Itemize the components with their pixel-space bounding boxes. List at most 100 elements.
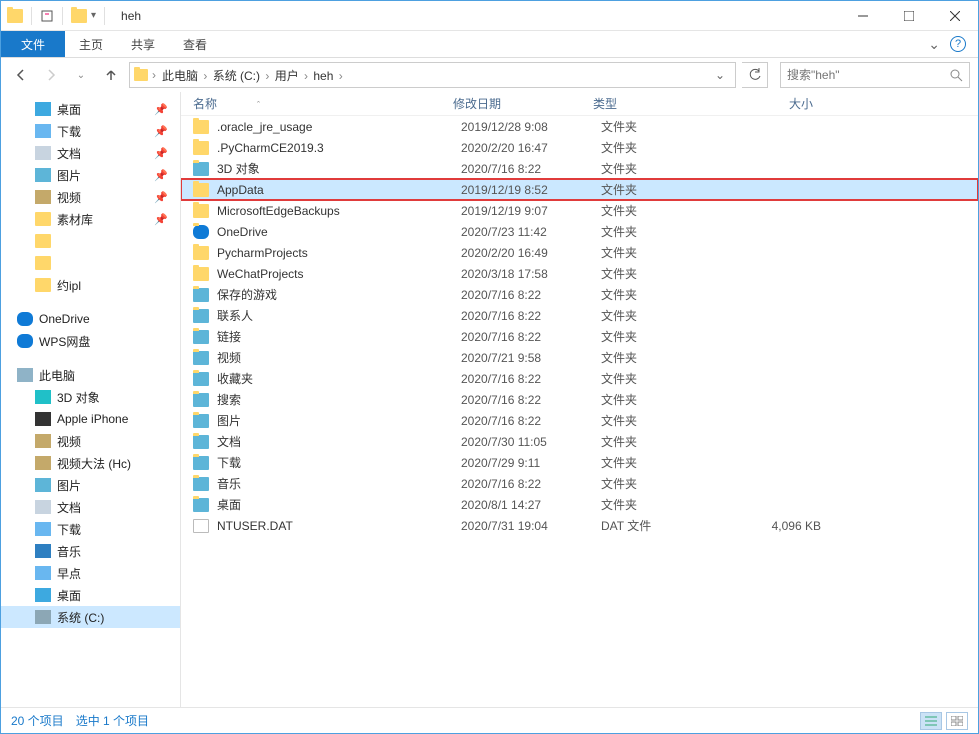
sidebar-this-pc[interactable]: 此电脑	[1, 364, 180, 386]
sidebar-item[interactable]: 文档📌	[1, 142, 180, 164]
file-list: 名称ˆ 修改日期 类型 大小 .oracle_jre_usage2019/12/…	[181, 92, 978, 707]
pin-icon: 📌	[154, 191, 168, 204]
sidebar-item[interactable]: 下载	[1, 518, 180, 540]
file-row[interactable]: 搜索2020/7/16 8:22文件夹	[181, 389, 978, 410]
view-icons-button[interactable]	[946, 712, 968, 730]
sys-icon	[193, 330, 209, 344]
file-row[interactable]: .PyCharmCE2019.32020/2/20 16:47文件夹	[181, 137, 978, 158]
ribbon-expand-icon[interactable]: ⌄	[928, 36, 940, 53]
sidebar-item[interactable]: 3D 对象	[1, 386, 180, 408]
sidebar-item-label: 图片	[57, 477, 81, 494]
address-dropdown-icon[interactable]: ⌄	[709, 68, 731, 82]
sidebar-item-label: 早点	[57, 565, 81, 582]
file-date: 2020/7/29 9:11	[461, 456, 601, 470]
search-input[interactable]	[787, 68, 949, 82]
breadcrumb-segment[interactable]: 系统 (C:)	[211, 69, 262, 83]
ribbon-tab[interactable]: 主页	[65, 31, 117, 57]
sidebar-item[interactable]: 桌面📌	[1, 98, 180, 120]
column-type[interactable]: 类型	[593, 95, 733, 112]
file-name: 搜索	[217, 391, 461, 408]
qat-folder-icon[interactable]	[71, 9, 87, 23]
breadcrumb-segment[interactable]: heh	[311, 69, 335, 83]
sidebar: 桌面📌下载📌文档📌图片📌视频📌素材库📌 约ipl OneDriveWPS网盘 此…	[1, 92, 181, 707]
sys-icon	[193, 393, 209, 407]
navbar: ⌄ › 此电脑 › 系统 (C:) › 用户 › heh › ⌄	[1, 58, 978, 92]
sidebar-item[interactable]: 桌面	[1, 584, 180, 606]
sidebar-item[interactable]	[1, 252, 180, 274]
qat-props-icon[interactable]	[40, 9, 54, 23]
sidebar-item[interactable]: WPS网盘	[1, 330, 180, 352]
chevron-right-icon: ›	[262, 69, 273, 83]
file-row[interactable]: 桌面2020/8/1 14:27文件夹	[181, 494, 978, 515]
file-row[interactable]: PycharmProjects2020/2/20 16:49文件夹	[181, 242, 978, 263]
file-row[interactable]: MicrosoftEdgeBackups2019/12/19 9:07文件夹	[181, 200, 978, 221]
sidebar-item[interactable]: 视频📌	[1, 186, 180, 208]
sys-icon	[193, 414, 209, 428]
sidebar-item[interactable]: 文档	[1, 496, 180, 518]
forward-button[interactable]	[39, 63, 63, 87]
desktop-icon	[35, 588, 51, 602]
breadcrumb-segment[interactable]: 用户	[273, 69, 301, 83]
back-button[interactable]	[9, 63, 33, 87]
address-bar[interactable]: › 此电脑 › 系统 (C:) › 用户 › heh › ⌄	[129, 62, 736, 88]
sidebar-item-label: 文档	[57, 499, 81, 516]
file-row[interactable]: 图片2020/7/16 8:22文件夹	[181, 410, 978, 431]
pin-icon: 📌	[154, 213, 168, 226]
file-row[interactable]: OneDrive2020/7/23 11:42文件夹	[181, 221, 978, 242]
column-date[interactable]: 修改日期	[453, 95, 593, 112]
file-row[interactable]: WeChatProjects2020/3/18 17:58文件夹	[181, 263, 978, 284]
ribbon-tab[interactable]: 共享	[117, 31, 169, 57]
up-button[interactable]	[99, 63, 123, 87]
file-name: 收藏夹	[217, 370, 461, 387]
file-row[interactable]: .oracle_jre_usage2019/12/28 9:08文件夹	[181, 116, 978, 137]
sidebar-item-label: 视频	[57, 433, 81, 450]
sidebar-item[interactable]: 素材库📌	[1, 208, 180, 230]
sidebar-item[interactable]: 音乐	[1, 540, 180, 562]
refresh-button[interactable]	[742, 62, 768, 88]
file-row[interactable]: 视频2020/7/21 9:58文件夹	[181, 347, 978, 368]
sidebar-item[interactable]: Apple iPhone	[1, 408, 180, 430]
search-icon[interactable]	[949, 68, 963, 82]
breadcrumb-segment[interactable]: 此电脑	[160, 69, 200, 83]
minimize-button[interactable]	[840, 1, 886, 31]
file-name: 3D 对象	[217, 160, 461, 177]
file-date: 2020/7/16 8:22	[461, 372, 601, 386]
sidebar-item[interactable]: 视频大法 (Hc)	[1, 452, 180, 474]
file-row[interactable]: 链接2020/7/16 8:22文件夹	[181, 326, 978, 347]
sidebar-item[interactable]: 图片📌	[1, 164, 180, 186]
sidebar-item[interactable]	[1, 230, 180, 252]
sidebar-item[interactable]: 早点	[1, 562, 180, 584]
ribbon-file-tab[interactable]: 文件	[1, 31, 65, 57]
pin-icon: 📌	[154, 147, 168, 160]
maximize-button[interactable]	[886, 1, 932, 31]
file-type: 文件夹	[601, 244, 741, 261]
help-icon[interactable]: ?	[950, 36, 966, 52]
file-row[interactable]: 文档2020/7/30 11:05文件夹	[181, 431, 978, 452]
close-button[interactable]	[932, 1, 978, 31]
qat-dropdown-icon[interactable]: ▾	[91, 10, 96, 21]
view-details-button[interactable]	[920, 712, 942, 730]
column-name[interactable]: 名称ˆ	[193, 95, 453, 112]
file-row[interactable]: NTUSER.DAT2020/7/31 19:04DAT 文件4,096 KB	[181, 515, 978, 536]
search-box[interactable]	[780, 62, 970, 88]
pc-icon	[17, 368, 33, 382]
ribbon-tab[interactable]: 查看	[169, 31, 221, 57]
file-row[interactable]: 下载2020/7/29 9:11文件夹	[181, 452, 978, 473]
sidebar-item[interactable]: 视频	[1, 430, 180, 452]
sidebar-item[interactable]: 下载📌	[1, 120, 180, 142]
file-row[interactable]: 联系人2020/7/16 8:22文件夹	[181, 305, 978, 326]
sidebar-item[interactable]: OneDrive	[1, 308, 180, 330]
sidebar-item[interactable]: 图片	[1, 474, 180, 496]
file-row[interactable]: AppData2019/12/19 8:52文件夹	[181, 179, 978, 200]
file-row[interactable]: 3D 对象2020/7/16 8:22文件夹	[181, 158, 978, 179]
file-type: 文件夹	[601, 286, 741, 303]
ribbon: 文件 主页共享查看 ⌄ ?	[1, 31, 978, 58]
music-icon	[35, 544, 51, 558]
sidebar-item[interactable]: 约ipl	[1, 274, 180, 296]
recent-dropdown[interactable]: ⌄	[69, 63, 93, 87]
sidebar-item[interactable]: 系统 (C:)	[1, 606, 180, 628]
file-row[interactable]: 保存的游戏2020/7/16 8:22文件夹	[181, 284, 978, 305]
column-size[interactable]: 大小	[733, 95, 833, 112]
file-row[interactable]: 音乐2020/7/16 8:22文件夹	[181, 473, 978, 494]
file-row[interactable]: 收藏夹2020/7/16 8:22文件夹	[181, 368, 978, 389]
